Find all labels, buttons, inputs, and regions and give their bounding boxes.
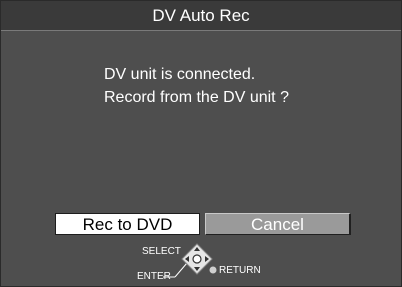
select-label: SELECT	[142, 246, 181, 257]
return-dot-icon	[209, 266, 217, 274]
legend-graphics	[163, 243, 217, 278]
remote-control-legend: SELECT ENTER RETURN	[1, 1, 401, 286]
joystick-icon	[181, 243, 213, 275]
enter-label: ENTER	[137, 271, 171, 282]
return-label: RETURN	[219, 265, 261, 276]
dv-auto-rec-dialog: DV Auto Rec DV unit is connected. Record…	[0, 0, 402, 287]
